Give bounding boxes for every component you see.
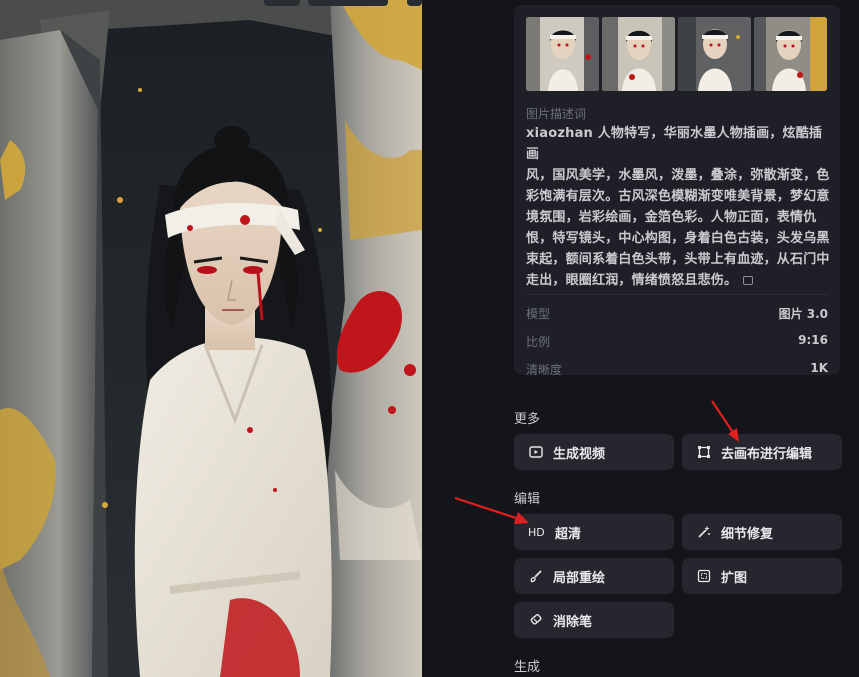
thumbnail-3[interactable] (678, 17, 751, 91)
meta-value: 1K (810, 361, 828, 375)
thumbnail-strip (526, 17, 827, 91)
generated-image[interactable] (0, 0, 422, 677)
meta-row-model: 模型 图片 3.0 (526, 305, 828, 323)
video-play-icon (528, 444, 544, 460)
eraser-icon (528, 612, 544, 628)
description-text[interactable]: xiaozhan 人物特写，华丽水墨人物插画，炫酷插画 风，国风美学，水墨风，泼… (526, 123, 830, 291)
meta-value: 图片 3.0 (778, 307, 828, 321)
meta-key: 比例 (526, 335, 551, 349)
generate-video-button[interactable]: 生成视频 (514, 434, 674, 470)
meta-key: 清晰度 (526, 363, 563, 375)
button-label: 局部重绘 (553, 570, 606, 586)
description-line: 走出，眼圈红润，情绪愤怒且悲伤。 (526, 273, 738, 288)
button-label: 去画布进行编辑 (721, 446, 813, 462)
description-line: 束起，额间系着白色头带，头带上有血迹，从石门中 (526, 252, 830, 267)
annotation-arrow-icon (711, 400, 739, 442)
description-label: 图片描述词 (526, 107, 587, 121)
artwork-illustration (0, 0, 422, 677)
copy-icon[interactable] (743, 276, 754, 285)
image-top-control[interactable] (308, 0, 388, 6)
expand-frame-icon (696, 568, 712, 584)
button-label: 扩图 (721, 570, 748, 586)
description-line: 彩饱满有层次。古风深色模糊渐变唯美背景，梦幻意 (526, 189, 830, 204)
thumbnail-1[interactable] (526, 17, 599, 91)
description-line: xiaozhan 人物特写，华丽水墨人物插画，炫酷插画 (526, 126, 823, 162)
section-title-more: 更多 (514, 412, 541, 427)
detail-fix-button[interactable]: 细节修复 (682, 514, 842, 550)
brush-icon (528, 568, 544, 584)
canvas-crop-icon (696, 444, 712, 460)
description-line: 恨，特写镜头，中心构图，身着白色古装，头发乌黑 (526, 231, 830, 246)
outpaint-button[interactable]: 扩图 (682, 558, 842, 594)
magic-wand-icon (696, 524, 712, 540)
thumbnail-2[interactable] (602, 17, 675, 91)
image-top-control[interactable] (264, 0, 300, 6)
description-line: 境氛围，岩彩绘画，金箔色彩。人物正面，表情仇 (526, 210, 817, 225)
section-title-generate: 生成 (514, 660, 541, 675)
thumbnail-4[interactable] (754, 17, 827, 91)
description-line: 风，国风美学，水墨风，泼墨，叠涂，弥散渐变，色 (526, 168, 830, 183)
app-root: 图片描述词 xiaozhan 人物特写，华丽水墨人物插画，炫酷插画 风，国风美学… (0, 0, 859, 677)
info-panel: 图片描述词 xiaozhan 人物特写，华丽水墨人物插画，炫酷插画 风，国风美学… (514, 5, 840, 375)
button-label: 消除笔 (553, 614, 593, 630)
button-label: 超清 (555, 526, 582, 542)
meta-value: 9:16 (798, 333, 828, 347)
meta-row-resolution: 清晰度 1K (526, 361, 828, 375)
eraser-button[interactable]: 消除笔 (514, 602, 674, 638)
inpaint-button[interactable]: 局部重绘 (514, 558, 674, 594)
description-line-last: 走出，眼圈红润，情绪愤怒且悲伤。 (526, 270, 830, 291)
button-label: 生成视频 (553, 446, 606, 462)
image-top-control[interactable] (407, 0, 422, 6)
canvas-edit-button[interactable]: 去画布进行编辑 (682, 434, 842, 470)
button-label: 细节修复 (721, 526, 774, 542)
annotation-arrow-icon (454, 496, 529, 524)
meta-key: 模型 (526, 307, 551, 321)
meta-row-ratio: 比例 9:16 (526, 333, 828, 351)
divider (526, 294, 828, 295)
upscale-hd-button[interactable]: HD 超清 (514, 514, 674, 550)
